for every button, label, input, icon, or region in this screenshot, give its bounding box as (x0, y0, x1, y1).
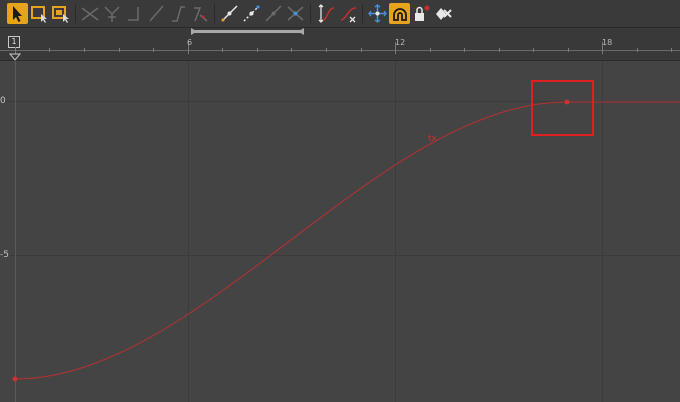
break-tangents-icon[interactable] (80, 3, 101, 24)
flat-tangent-icon[interactable] (219, 3, 240, 24)
linear-tangent-icon[interactable] (146, 3, 167, 24)
highlight-box (531, 80, 594, 136)
y-axis-label-minus5: -5 (0, 250, 9, 260)
isolate-curve-icon[interactable] (433, 3, 454, 24)
ruler-ticks (0, 28, 680, 61)
time-range-tool-icon[interactable] (50, 3, 71, 24)
normalize-curve-icon[interactable] (316, 3, 337, 24)
keyframe-end (564, 99, 570, 105)
select-key-tool-icon[interactable] (7, 3, 28, 24)
curve-label: tx (428, 134, 437, 144)
curve-graph-canvas (0, 61, 680, 402)
ruler-label-18: 18 (602, 38, 613, 47)
ruler-label-6: 6 (187, 38, 193, 47)
spline-tangent-icon[interactable] (241, 3, 262, 24)
auto-tangent-icon[interactable] (263, 3, 284, 24)
step-tangent-icon[interactable] (124, 3, 145, 24)
denormalize-curve-icon[interactable] (338, 3, 359, 24)
lock-keys-icon[interactable] (411, 3, 432, 24)
animation-curve-tx (14, 101, 680, 380)
clamped-tangent-icon[interactable] (168, 3, 189, 24)
unify-tangents-icon[interactable] (102, 3, 123, 24)
snap-keys-icon[interactable] (367, 3, 388, 24)
graph-editor-toolbar (0, 0, 680, 28)
plateau-tangent-icon[interactable] (190, 3, 211, 24)
curve-graph-area[interactable]: 0 -5 tx (0, 61, 680, 402)
keyframe-start (12, 376, 18, 382)
fixed-tangent-icon[interactable] (285, 3, 306, 24)
time-ruler[interactable]: 1 6 12 18 (0, 28, 680, 61)
y-axis-label-0: 0 (0, 96, 6, 106)
ruler-label-12: 12 (395, 38, 406, 47)
region-select-tool-icon[interactable] (29, 3, 50, 24)
magnet-snap-icon[interactable] (389, 3, 410, 24)
